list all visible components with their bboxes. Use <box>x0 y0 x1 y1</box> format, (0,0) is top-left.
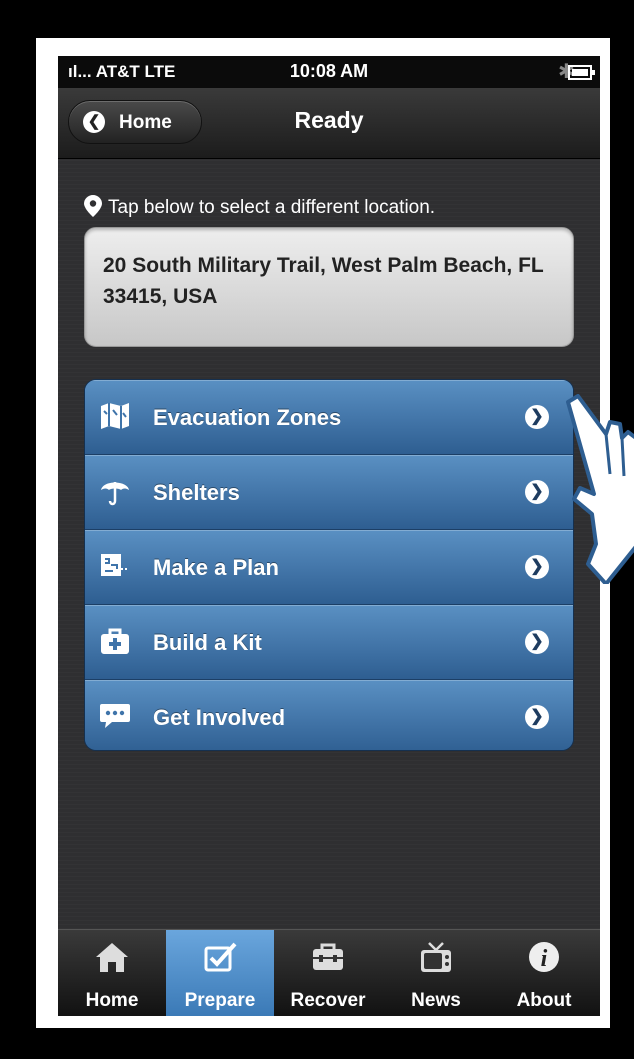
map-pin-icon <box>84 195 102 217</box>
navigation-bar: ❮ Home Ready <box>58 88 600 159</box>
hand-pointer-icon <box>566 394 634 584</box>
menu-item-get-involved[interactable]: Get Involved ❯ <box>85 680 573 750</box>
chevron-right-icon: ❯ <box>525 705 549 729</box>
menu-item-shelters[interactable]: Shelters ❯ <box>85 455 573 530</box>
location-hint-text: Tap below to select a different location… <box>108 197 436 218</box>
tab-label: Recover <box>290 990 366 1011</box>
tab-about[interactable]: i About <box>490 930 598 1016</box>
clock: 10:08 AM <box>289 61 369 81</box>
tab-label: Prepare <box>184 990 256 1011</box>
phone-screen: ıl... AT&T LTE 10:08 AM ✱ ❮ Home Ready T… <box>58 56 600 1016</box>
menu-item-label: Build a Kit <box>153 630 262 655</box>
menu-item-build-a-kit[interactable]: Build a Kit ❯ <box>85 605 573 680</box>
location-hint: Tap below to select a different location… <box>84 195 435 219</box>
main-content: Tap below to select a different location… <box>58 159 600 929</box>
tv-icon <box>421 942 451 972</box>
tab-recover[interactable]: Recover <box>274 930 382 1016</box>
plan-icon <box>101 554 129 576</box>
menu-item-label: Shelters <box>153 480 240 505</box>
checkbox-icon <box>204 942 237 972</box>
tab-label: Home <box>85 990 139 1011</box>
battery-icon <box>568 65 595 80</box>
first-aid-kit-icon <box>101 628 129 654</box>
tab-home[interactable]: Home <box>58 930 166 1016</box>
menu-item-label: Get Involved <box>153 705 286 730</box>
chevron-right-icon: ❯ <box>525 555 549 579</box>
tab-label: News <box>411 990 461 1011</box>
menu-item-label: Make a Plan <box>153 555 279 580</box>
chevron-right-icon: ❯ <box>525 405 549 429</box>
location-selector[interactable]: 20 South Military Trail, West Palm Beach… <box>84 227 574 347</box>
menu-item-make-a-plan[interactable]: Make a Plan ❯ <box>85 530 573 605</box>
chevron-right-icon: ❯ <box>525 480 549 504</box>
menu-item-evacuation-zones[interactable]: Evacuation Zones ❯ <box>85 380 573 455</box>
chevron-right-icon: ❯ <box>525 630 549 654</box>
selected-address: 20 South Military Trail, West Palm Beach… <box>103 254 544 308</box>
page-title: Ready <box>294 107 364 133</box>
umbrella-icon <box>101 482 129 506</box>
tab-bar: Home Prepare Recover News i About <box>58 929 600 1016</box>
tab-news[interactable]: News <box>382 930 490 1016</box>
menu-item-label: Evacuation Zones <box>153 405 342 430</box>
toolbox-icon <box>313 943 343 970</box>
svg-text:i: i <box>541 946 548 972</box>
status-bar: ıl... AT&T LTE 10:08 AM ✱ <box>58 56 600 88</box>
map-icon <box>101 403 129 429</box>
tab-label: About <box>516 990 572 1011</box>
tab-prepare[interactable]: Prepare <box>166 930 274 1016</box>
info-icon: i <box>529 942 559 972</box>
prepare-menu: Evacuation Zones ❯ Shelters ❯ Make a Pla… <box>84 379 574 751</box>
chat-bubble-icon <box>100 704 130 728</box>
house-icon <box>96 943 128 972</box>
